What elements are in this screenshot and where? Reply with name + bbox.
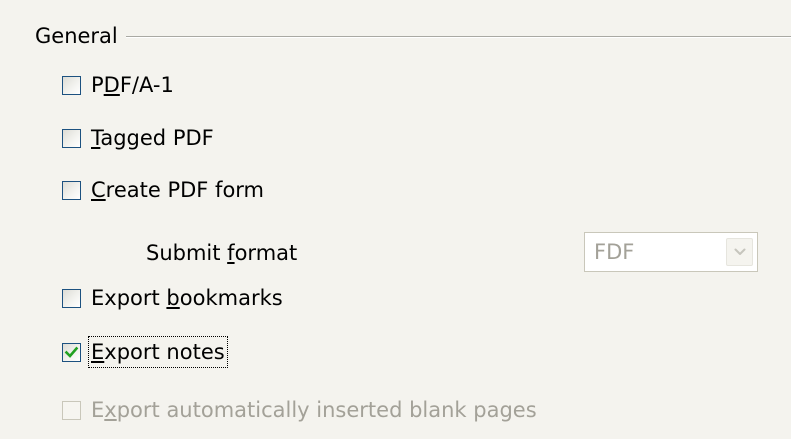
tagged-pdf-label[interactable]: Tagged PDF bbox=[91, 124, 214, 152]
tagged-pdf-checkbox[interactable] bbox=[62, 128, 81, 148]
pdfa1-label[interactable]: PDF/A-1 bbox=[91, 71, 174, 99]
export-blank-pages-label: Export automatically inserted blank page… bbox=[91, 398, 537, 422]
chevron-down-icon bbox=[734, 248, 746, 255]
submit-format-select[interactable]: FDF bbox=[584, 232, 758, 272]
pdfa1-checkbox[interactable] bbox=[62, 75, 81, 95]
create-pdf-form-label[interactable]: Create PDF form bbox=[91, 176, 264, 204]
submit-format-dropdown-button[interactable] bbox=[726, 238, 753, 266]
export-notes-label[interactable]: Export notes bbox=[88, 336, 228, 368]
submit-format-label: Submit format bbox=[146, 241, 298, 265]
export-bookmarks-checkbox[interactable] bbox=[62, 288, 81, 308]
group-divider bbox=[125, 36, 791, 38]
export-bookmarks-label[interactable]: Export bookmarks bbox=[91, 284, 283, 312]
group-title: General bbox=[35, 24, 118, 48]
option-export-bookmarks[interactable]: Export bookmarks bbox=[62, 282, 283, 314]
general-group-header: General bbox=[35, 22, 791, 50]
export-blank-pages-checkbox bbox=[62, 400, 81, 420]
checkmark-icon bbox=[64, 346, 79, 358]
create-pdf-form-checkbox[interactable] bbox=[62, 180, 81, 200]
submit-format-value: FDF bbox=[594, 240, 635, 264]
export-notes-checkbox[interactable] bbox=[62, 342, 81, 362]
option-export-notes[interactable]: Export notes bbox=[62, 336, 228, 368]
option-pdfa1[interactable]: PDF/A-1 bbox=[62, 69, 174, 101]
option-create-pdf-form[interactable]: Create PDF form bbox=[62, 174, 264, 206]
option-tagged-pdf[interactable]: Tagged PDF bbox=[62, 122, 214, 154]
option-export-blank-pages: Export automatically inserted blank page… bbox=[62, 394, 537, 426]
